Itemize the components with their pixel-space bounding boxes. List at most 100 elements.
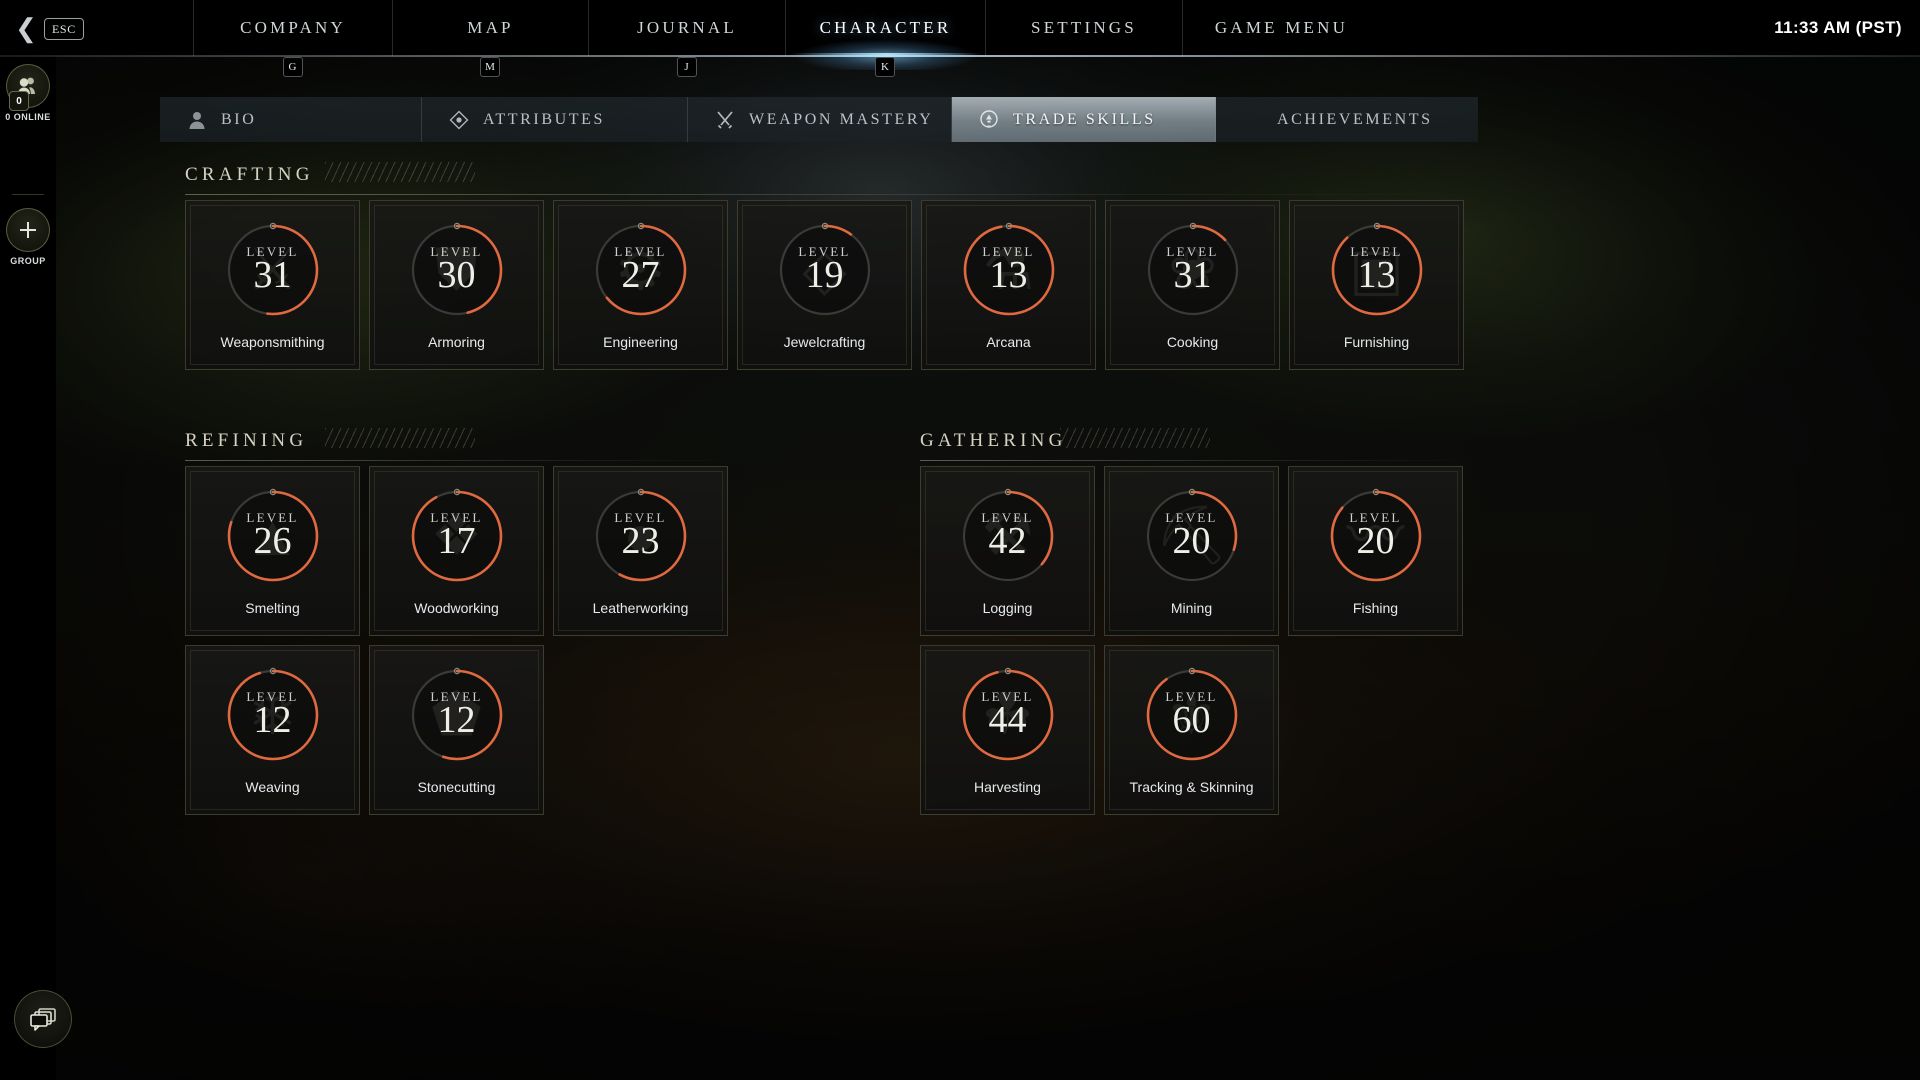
skill-card[interactable]: ◇ LEVEL 19 Jewelcrafting bbox=[737, 200, 912, 370]
tab-bio[interactable]: BIO bbox=[160, 97, 422, 142]
skill-progress-dial: ⚙ LEVEL 27 bbox=[591, 220, 691, 320]
skill-progress-dial: ⛊ LEVEL 30 bbox=[407, 220, 507, 320]
dial-text: LEVEL 30 bbox=[407, 220, 507, 320]
skill-card[interactable]: ⛏ LEVEL 20 Mining bbox=[1104, 466, 1279, 636]
section-header-hatching bbox=[325, 428, 475, 448]
level-number: 12 bbox=[437, 699, 476, 742]
nav-key-hint-journal: J bbox=[676, 57, 697, 77]
skill-name: Arcana bbox=[986, 334, 1031, 350]
level-number: 20 bbox=[1356, 520, 1395, 563]
group-label: GROUP bbox=[10, 256, 46, 266]
nav-item-journal[interactable]: JOURNAL bbox=[588, 0, 785, 56]
skill-name: Jewelcrafting bbox=[783, 334, 866, 350]
section-rule bbox=[920, 460, 1480, 461]
nav-item-character[interactable]: CHARACTER bbox=[785, 0, 985, 56]
skill-card[interactable]: ⬟ LEVEL 12 Stonecutting bbox=[369, 645, 544, 815]
sidebar-item-group[interactable] bbox=[6, 208, 50, 252]
dial-text: LEVEL 17 bbox=[407, 486, 507, 586]
skill-card[interactable]: ❀ LEVEL 31 Cooking bbox=[1105, 200, 1280, 370]
tab-label: TRADE SKILLS bbox=[1013, 110, 1156, 128]
skill-progress-dial: ⚒ LEVEL 42 bbox=[958, 486, 1058, 586]
level-number: 13 bbox=[989, 254, 1028, 297]
skill-grid-refining: ▲ LEVEL 26 Smelting ❖ LEVEL 17 Woodworking ● LEVE… bbox=[185, 466, 736, 815]
skill-progress-dial: ▣ LEVEL 13 bbox=[1327, 220, 1427, 320]
nav-item-map[interactable]: MAP bbox=[392, 0, 588, 56]
nav-key-hint-character: K bbox=[875, 57, 895, 77]
tab-attributes[interactable]: ATTRIBUTES bbox=[422, 97, 688, 142]
level-number: 13 bbox=[1357, 254, 1396, 297]
top-navigation-bar: ❮ ESC 11:33 AM (PST) COMPANY MAP JOURNAL CH… bbox=[0, 0, 1920, 56]
dial-text: LEVEL 20 bbox=[1142, 486, 1242, 586]
dial-text: LEVEL 12 bbox=[223, 665, 323, 765]
dial-text: LEVEL 60 bbox=[1142, 665, 1242, 765]
tab-weapon-mastery[interactable]: WEAPON MASTERY bbox=[688, 97, 952, 142]
nav-key-hint-map: M bbox=[480, 57, 500, 77]
skill-progress-dial: ❖ LEVEL 17 bbox=[407, 486, 507, 586]
dial-text: LEVEL 19 bbox=[775, 220, 875, 320]
dial-text: LEVEL 12 bbox=[407, 665, 507, 765]
sidebar-item-online[interactable]: 0 bbox=[6, 64, 50, 111]
skill-card[interactable]: ⚜ LEVEL 60 Tracking & Skinning bbox=[1104, 645, 1279, 815]
skill-card[interactable]: ▣ LEVEL 13 Furnishing bbox=[1289, 200, 1464, 370]
skill-card-inner: 〰 LEVEL 20 Fishing bbox=[1293, 471, 1458, 631]
level-number: 19 bbox=[805, 254, 844, 297]
character-tab-bar: BIO ATTRIBUTES WEAPON MASTERY TRADE SKILLS A… bbox=[160, 97, 1500, 142]
skill-card[interactable]: ⛊ LEVEL 30 Armoring bbox=[369, 200, 544, 370]
skill-progress-dial: ⚜ LEVEL 60 bbox=[1142, 665, 1242, 765]
skill-card-inner: ⛊ LEVEL 30 Armoring bbox=[374, 205, 539, 365]
skill-progress-dial: ◇ LEVEL 19 bbox=[775, 220, 875, 320]
skill-name: Smelting bbox=[245, 600, 300, 616]
skill-card-inner: ⛏ LEVEL 20 Mining bbox=[1109, 471, 1274, 631]
skill-card-inner: ▲ LEVEL 26 Smelting bbox=[190, 471, 355, 631]
level-number: 12 bbox=[253, 699, 292, 742]
skill-card-inner: ⚒ LEVEL 42 Logging bbox=[925, 471, 1090, 631]
tab-label: WEAPON MASTERY bbox=[749, 110, 934, 128]
skill-name: Harvesting bbox=[974, 779, 1041, 795]
skill-card[interactable]: ⚙ LEVEL 27 Engineering bbox=[553, 200, 728, 370]
level-number: 23 bbox=[621, 520, 660, 563]
tab-achievements[interactable]: ACHIEVEMENTS bbox=[1216, 97, 1478, 142]
tab-trade-skills[interactable]: TRADE SKILLS bbox=[952, 97, 1216, 142]
dial-text: LEVEL 26 bbox=[223, 486, 323, 586]
skill-progress-dial: ● LEVEL 23 bbox=[591, 486, 691, 586]
online-label: 0 ONLINE bbox=[5, 112, 51, 122]
online-count-badge: 0 bbox=[9, 91, 29, 111]
chevron-left-icon[interactable]: ❮ bbox=[10, 12, 42, 44]
skill-name: Weaponsmithing bbox=[220, 334, 325, 350]
skill-card[interactable]: ❖ LEVEL 17 Woodworking bbox=[369, 466, 544, 636]
skill-card[interactable]: ⚒ LEVEL 42 Logging bbox=[920, 466, 1095, 636]
skill-card[interactable]: ⚔ LEVEL 31 Weaponsmithing bbox=[185, 200, 360, 370]
level-number: 31 bbox=[253, 254, 292, 297]
nav-item-company[interactable]: COMPANY bbox=[193, 0, 392, 56]
level-number: 31 bbox=[1173, 254, 1212, 297]
anvil-ring-icon bbox=[978, 109, 1000, 131]
clock: 11:33 AM (PST) bbox=[1774, 18, 1902, 37]
level-number: 30 bbox=[437, 254, 476, 297]
skill-card[interactable]: ☘ LEVEL 44 Harvesting bbox=[920, 645, 1095, 815]
dial-text: LEVEL 20 bbox=[1326, 486, 1426, 586]
skill-name: Cooking bbox=[1166, 334, 1219, 350]
section-header-hatching bbox=[1060, 428, 1210, 448]
skill-card-inner: ● LEVEL 23 Leatherworking bbox=[558, 471, 723, 631]
chat-bubbles-icon bbox=[30, 1008, 56, 1031]
skill-name: Armoring bbox=[428, 334, 485, 350]
nav-item-game-menu[interactable]: GAME MENU bbox=[1182, 0, 1380, 56]
skill-card[interactable]: ❄ LEVEL 12 Weaving bbox=[185, 645, 360, 815]
skill-card-inner: ⚗ LEVEL 13 Arcana bbox=[926, 205, 1091, 365]
skill-grid-gathering: ⚒ LEVEL 42 Logging ⛏ LEVEL 20 Mining 〰 LEVEL 20 Fis… bbox=[920, 466, 1471, 815]
skill-card-inner: ❀ LEVEL 31 Cooking bbox=[1110, 205, 1275, 365]
skill-card[interactable]: ⚗ LEVEL 13 Arcana bbox=[921, 200, 1096, 370]
esc-key-hint[interactable]: ESC bbox=[44, 18, 84, 40]
skill-card[interactable]: ▲ LEVEL 26 Smelting bbox=[185, 466, 360, 636]
dial-text: LEVEL 42 bbox=[958, 486, 1058, 586]
dial-text: LEVEL 13 bbox=[1327, 220, 1427, 320]
chat-button[interactable] bbox=[14, 990, 72, 1048]
nav-item-settings[interactable]: SETTINGS bbox=[985, 0, 1182, 56]
section-header-gathering: GATHERING bbox=[920, 430, 1067, 451]
skill-progress-dial: ⛏ LEVEL 20 bbox=[1142, 486, 1242, 586]
skill-card-inner: ☘ LEVEL 44 Harvesting bbox=[925, 650, 1090, 810]
level-number: 20 bbox=[1172, 520, 1211, 563]
skill-card[interactable]: ● LEVEL 23 Leatherworking bbox=[553, 466, 728, 636]
dial-text: LEVEL 44 bbox=[958, 665, 1058, 765]
skill-card[interactable]: 〰 LEVEL 20 Fishing bbox=[1288, 466, 1463, 636]
